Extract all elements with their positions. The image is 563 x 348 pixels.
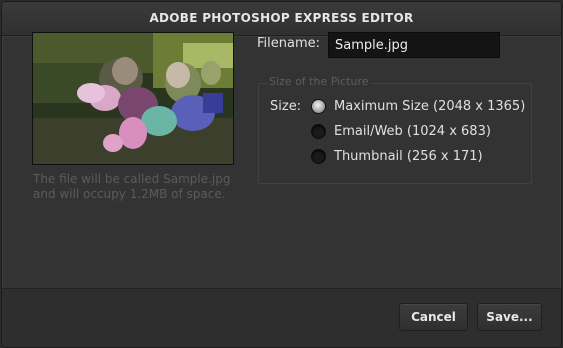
size-option-email-web[interactable]: Email/Web (1024 x 683) <box>311 122 491 140</box>
photo-preview <box>32 32 234 165</box>
radio-unselected-icon[interactable] <box>311 123 326 139</box>
size-option-maximum[interactable]: Maximum Size (2048 x 1365) <box>311 97 525 115</box>
dialog-title: ADOBE PHOTOSHOP EXPRESS EDITOR <box>2 2 561 36</box>
size-option-label: Email/Web (1024 x 683) <box>334 123 491 139</box>
photo-preview-image <box>33 33 233 164</box>
filename-label: Filename: <box>257 36 321 51</box>
radio-selected-icon[interactable] <box>311 98 326 114</box>
radio-unselected-icon[interactable] <box>311 148 326 164</box>
size-option-thumbnail[interactable]: Thumbnail (256 x 171) <box>311 147 483 165</box>
size-option-label: Thumbnail (256 x 171) <box>334 148 483 164</box>
filename-input[interactable] <box>328 32 500 58</box>
save-button[interactable]: Save... <box>477 303 542 331</box>
size-group-legend: Size of the Picture <box>267 75 371 88</box>
size-label: Size: <box>270 99 302 114</box>
export-dialog: ADOBE PHOTOSHOP EXPRESS EDITOR The file … <box>1 1 562 348</box>
size-option-label: Maximum Size (2048 x 1365) <box>334 98 526 114</box>
cancel-button[interactable]: Cancel <box>399 303 468 331</box>
file-size-caption: The file will be called Sample.jpg and w… <box>33 172 231 201</box>
